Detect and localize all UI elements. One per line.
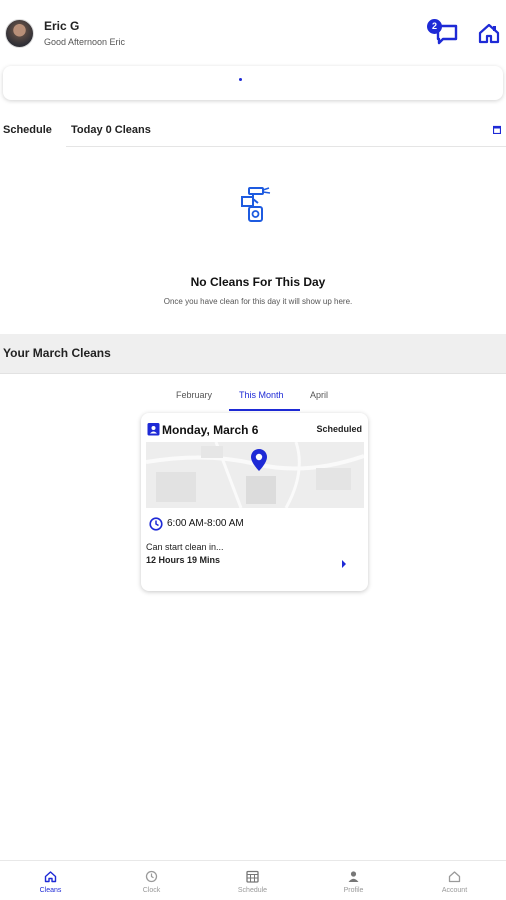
person-icon [348, 871, 359, 882]
location-map[interactable] [146, 442, 364, 508]
active-tab-indicator [229, 409, 300, 411]
clock-icon [149, 517, 163, 531]
nav-label: Profile [343, 887, 364, 894]
clean-date: Monday, March 6 [162, 423, 259, 437]
cleaning-supplies-icon [241, 187, 271, 222]
tab-april[interactable]: April [310, 390, 328, 400]
schedule-row: Schedule Today 0 Cleans [0, 118, 506, 148]
date-strip-card[interactable] [3, 66, 503, 100]
bottom-nav: Cleans Clock Schedule Profile Account [0, 860, 506, 900]
clean-card[interactable]: Monday, March 6 Scheduled 6:00 AM-8:00 A… [141, 413, 368, 591]
status-badge: Scheduled [316, 424, 362, 434]
location-pin-icon [251, 449, 267, 471]
month-title: Your March Cleans [3, 346, 111, 360]
calendar-icon[interactable] [493, 125, 501, 134]
nav-account[interactable]: Account [404, 861, 505, 900]
clock-icon [145, 870, 158, 883]
nav-profile[interactable]: Profile [303, 861, 404, 900]
message-count-badge: 2 [427, 19, 442, 34]
empty-subtitle: Once you have clean for this day it will… [163, 297, 353, 306]
schedule-label: Schedule [3, 124, 52, 136]
month-section-header: Your March Cleans [0, 334, 506, 374]
nav-label: Cleans [39, 887, 62, 894]
clean-time-range: 6:00 AM-8:00 AM [167, 518, 244, 529]
calendar-person-icon [147, 423, 160, 436]
today-summary: Today 0 Cleans [71, 124, 151, 136]
calendar-icon [246, 870, 259, 883]
divider [66, 146, 506, 147]
loading-dot [239, 78, 242, 81]
nav-label: Schedule [237, 887, 268, 894]
avatar[interactable] [5, 19, 34, 48]
nav-label: Account [441, 887, 468, 894]
start-label: Can start clean in... [146, 542, 224, 552]
greeting: Good Afternoon Eric [44, 37, 126, 47]
chevron-right-icon[interactable] [341, 560, 347, 568]
home-icon[interactable] [478, 22, 500, 44]
nav-cleans[interactable]: Cleans [0, 861, 101, 900]
nav-label: Clock [142, 887, 161, 894]
house-icon [448, 871, 461, 883]
app-header: Eric G Good Afternoon Eric 2 [0, 0, 506, 62]
home-icon [44, 871, 57, 883]
nav-clock[interactable]: Clock [101, 861, 202, 900]
tab-february[interactable]: February [176, 390, 212, 400]
messages-button[interactable]: 2 [427, 19, 459, 45]
user-name: Eric G [44, 19, 80, 33]
empty-title: No Cleans For This Day [190, 275, 326, 289]
countdown: 12 Hours 19 Mins [146, 555, 221, 565]
nav-schedule[interactable]: Schedule [202, 861, 303, 900]
tab-this-month[interactable]: This Month [239, 390, 284, 400]
